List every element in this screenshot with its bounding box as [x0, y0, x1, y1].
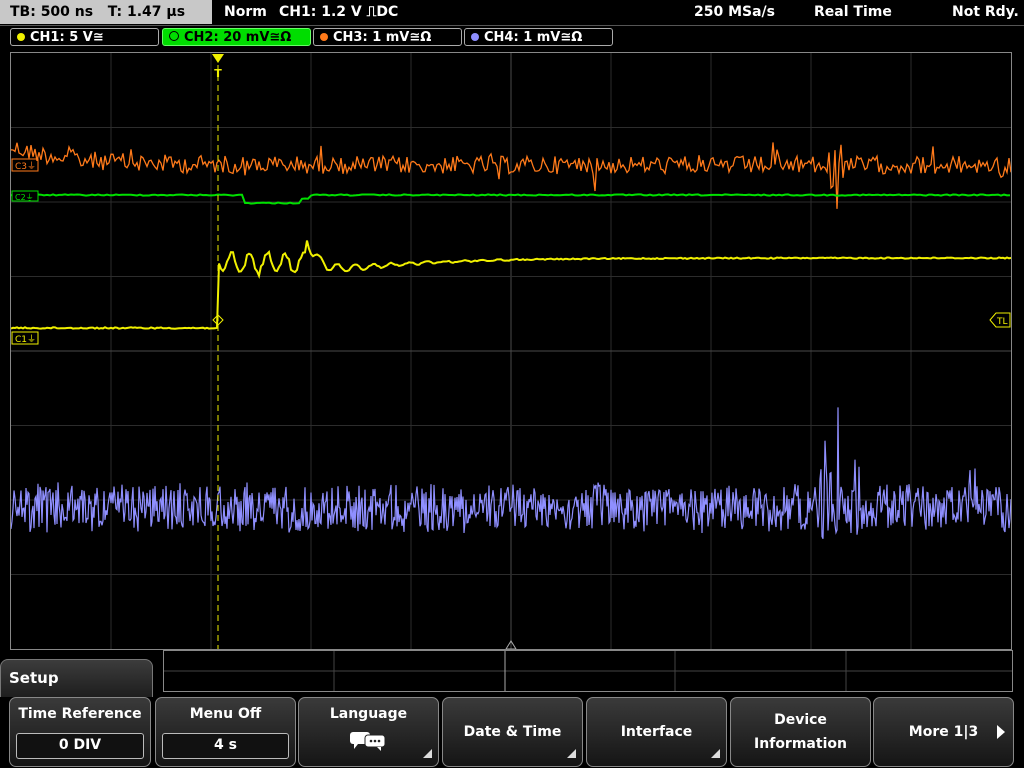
waveform-canvas: T C3⏚ C2⏚ C1⏚ TL	[11, 53, 1011, 649]
ch4-color-dot	[471, 33, 479, 41]
menu-off-value: 4 s	[162, 733, 289, 759]
time-reference-value: 0 DIV	[16, 733, 144, 759]
timebase-value: TB: 500 ns	[10, 4, 94, 20]
right-arrow-icon	[997, 725, 1005, 739]
menu-title-setup: Setup	[0, 659, 153, 697]
speech-bubbles-icon	[350, 732, 386, 751]
ch2-color-dot	[169, 31, 179, 41]
ch4-label: CH4: 1 mV≅Ω	[484, 30, 583, 45]
menu-off-label: Menu Off	[189, 706, 262, 722]
graticule	[11, 53, 1011, 649]
trigger-position-label: T	[214, 67, 222, 80]
trigger-level-marker[interactable]: TL	[989, 312, 1011, 328]
status-bar: TB: 500 ns T: 1.47 µs Norm CH1: 1.2 V ⎍D…	[0, 0, 1024, 25]
tab-ch2[interactable]: CH2: 20 mV≅Ω	[162, 28, 311, 46]
ch1-ground-label: C1⏚	[15, 334, 36, 345]
acquisition-mode: Real Time	[814, 4, 892, 20]
time-reference-button[interactable]: Time Reference 0 DIV	[9, 697, 151, 767]
acquisition-state: Not Rdy.	[952, 4, 1019, 20]
tab-ch4[interactable]: CH4: 1 mV≅Ω	[464, 28, 613, 46]
trigger-setting[interactable]: CH1: 1.2 V ⎍DC	[279, 0, 398, 24]
overview-strip	[163, 650, 1013, 692]
ch1-ground-marker[interactable]: C1⏚	[11, 331, 39, 345]
interface-button[interactable]: Interface	[586, 697, 727, 767]
device-information-label-line1: Device	[774, 712, 827, 728]
submenu-corner-icon	[423, 749, 432, 758]
tab-ch3[interactable]: CH3: 1 mV≅Ω	[313, 28, 462, 46]
waveform-display[interactable]: T C3⏚ C2⏚ C1⏚ TL	[10, 52, 1012, 650]
interface-label: Interface	[620, 724, 693, 740]
language-button[interactable]: Language	[298, 697, 439, 767]
ch2-ground-label: C2⏚	[15, 193, 34, 202]
submenu-corner-icon	[711, 749, 720, 758]
ch3-ground-label: C3⏚	[15, 161, 36, 172]
sample-rate: 250 MSa/s	[694, 4, 776, 20]
device-information-label-line2: Information	[754, 736, 847, 752]
language-label: Language	[329, 706, 408, 722]
date-time-button[interactable]: Date & Time	[442, 697, 583, 767]
tab-ch1[interactable]: CH1: 5 V≅	[10, 28, 159, 46]
divider	[0, 25, 1024, 26]
date-time-label: Date & Time	[463, 724, 562, 740]
timebase-readout[interactable]: TB: 500 ns T: 1.47 µs	[0, 0, 212, 24]
more-button[interactable]: More 1|3	[873, 697, 1014, 767]
trigger-time-value: T: 1.47 µs	[107, 4, 186, 20]
submenu-corner-icon	[567, 749, 576, 758]
ch1-label: CH1: 5 V≅	[30, 30, 104, 45]
ch3-label: CH3: 1 mV≅Ω	[333, 30, 432, 45]
menu-off-button[interactable]: Menu Off 4 s	[155, 697, 296, 767]
more-label: More 1|3	[908, 724, 979, 740]
ch2-label: CH2: 20 mV≅Ω	[184, 30, 292, 45]
device-information-button[interactable]: Device Information	[730, 697, 871, 767]
ch1-color-dot	[17, 33, 25, 41]
trigger-mode[interactable]: Norm	[224, 0, 267, 24]
ch2-ground-marker[interactable]: C2⏚	[11, 190, 39, 202]
trigger-level-label: TL	[996, 317, 1008, 327]
ch3-color-dot	[320, 33, 328, 41]
ch3-ground-marker[interactable]: C3⏚	[11, 158, 39, 172]
overview-graticule	[164, 651, 1012, 691]
trigger-position-marker[interactable]: T	[212, 54, 224, 80]
time-reference-label: Time Reference	[18, 706, 142, 722]
